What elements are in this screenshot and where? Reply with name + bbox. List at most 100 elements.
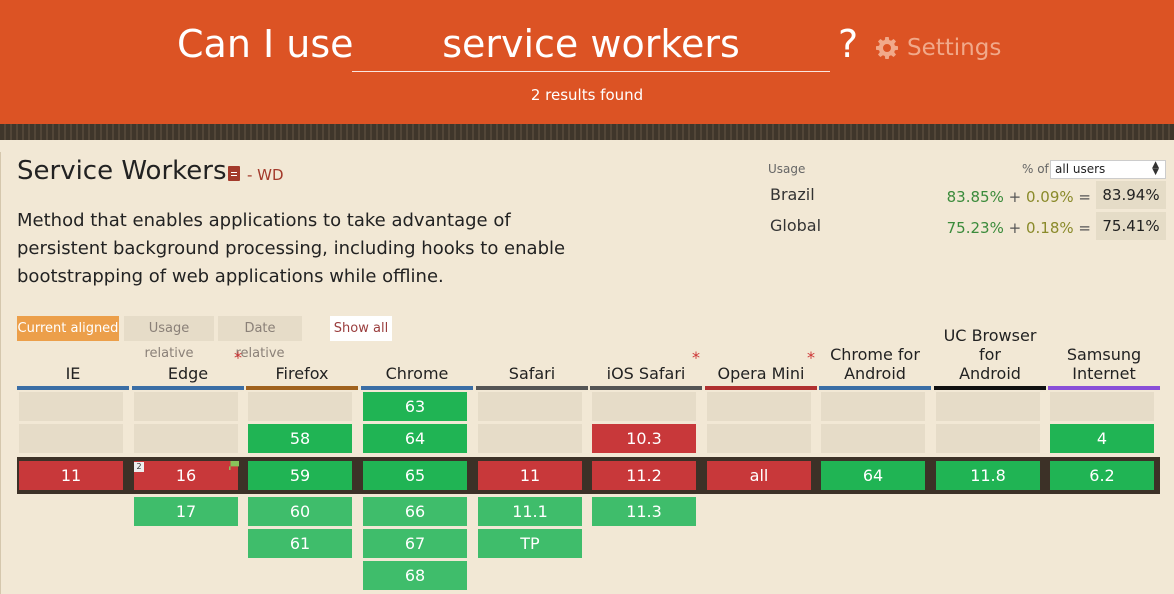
usage-partial: 0.09% (1025, 188, 1074, 206)
settings-label: Settings (907, 35, 1002, 61)
current-version-cell[interactable]: 11 (478, 461, 582, 490)
usage-total: 75.41% (1096, 212, 1166, 240)
empty-version-cell (19, 392, 123, 421)
usage-label: Usage (768, 162, 806, 176)
browser-color-bar (934, 386, 1046, 390)
browser-color-bar (476, 386, 588, 390)
select-arrows-icon: ▲ ▼ (1152, 160, 1159, 177)
version-cell[interactable]: 58 (248, 424, 352, 453)
browser-name[interactable]: Safari (476, 344, 588, 386)
usage-full: 75.23% (946, 219, 1004, 237)
usage-region: Brazil (770, 185, 815, 204)
help-link[interactable]: ? (838, 22, 858, 66)
current-version-cell[interactable]: 6.2 (1050, 461, 1154, 490)
current-version-cell[interactable]: 11 (19, 461, 123, 490)
version-cell[interactable]: 63 (363, 392, 467, 421)
empty-version-cell (1050, 392, 1154, 421)
usage-breakdown: 75.23% + 0.18% = (947, 219, 1091, 237)
usage-breakdown: 83.85% + 0.09% = (947, 188, 1091, 206)
percent-of-label: % of (1022, 162, 1049, 176)
browser-name[interactable]: Edge (132, 344, 244, 386)
future-version-cell[interactable]: 61 (248, 529, 352, 558)
empty-version-cell (821, 392, 925, 421)
current-aligned-button[interactable]: Current aligned (17, 316, 119, 341)
future-version-cell[interactable]: 60 (248, 497, 352, 526)
browser-color-bar (17, 386, 129, 390)
note-asterisk-icon[interactable]: * (807, 348, 815, 367)
usage-total: 83.94% (1096, 181, 1166, 209)
note-asterisk-icon[interactable]: * (692, 348, 700, 367)
current-version-cell[interactable]: 11.2 (592, 461, 696, 490)
usage-plus: + (1008, 219, 1022, 237)
browser-color-bar (705, 386, 817, 390)
empty-version-cell (134, 424, 238, 453)
browser-color-bar (1048, 386, 1160, 390)
search-input[interactable] (352, 16, 830, 72)
future-version-cell[interactable]: 11.3 (592, 497, 696, 526)
empty-version-cell (248, 392, 352, 421)
empty-version-cell (19, 424, 123, 453)
usage-row-brazil: Brazil 83.85% + 0.09% = 83.94% (768, 181, 1166, 209)
browser-color-bar (132, 386, 244, 390)
current-version-cell[interactable]: 59 (248, 461, 352, 490)
future-version-cell[interactable]: 11.1 (478, 497, 582, 526)
browser-color-bar (590, 386, 702, 390)
usage-full: 83.85% (946, 188, 1004, 206)
feature-description: Method that enables applications to take… (17, 210, 566, 287)
users-select[interactable]: all users ▲ ▼ (1050, 160, 1166, 179)
future-version-cell[interactable]: 66 (363, 497, 467, 526)
future-version-cell[interactable]: 67 (363, 529, 467, 558)
version-cell[interactable]: 10.3 (592, 424, 696, 453)
version-cell[interactable]: 64 (363, 424, 467, 453)
browser-name[interactable]: Samsung Internet (1048, 344, 1160, 386)
current-version-cell[interactable]: 11.8 (936, 461, 1040, 490)
current-version-cell[interactable]: 16 (134, 461, 238, 490)
site-brand[interactable]: Can I use (177, 22, 354, 66)
browser-name[interactable]: UC Browser for Android (934, 326, 1046, 386)
show-all-button[interactable]: Show all (330, 316, 392, 341)
browser-name[interactable]: iOS Safari (590, 344, 702, 386)
usage-equals: = (1078, 219, 1091, 237)
browser-name[interactable]: IE (17, 344, 129, 386)
users-select-value: all users (1055, 162, 1106, 176)
empty-version-cell (707, 424, 811, 453)
note-asterisk-icon[interactable]: * (234, 348, 242, 367)
empty-version-cell (936, 424, 1040, 453)
site-header: Can I use ? Settings 2 results found (0, 0, 1174, 124)
browser-name[interactable]: Chrome for Android (819, 344, 931, 386)
spec-document-icon[interactable] (228, 166, 240, 181)
current-version-cell[interactable]: 65 (363, 461, 467, 490)
usage-relative-button[interactable]: Usage relative (124, 316, 214, 361)
header-divider (0, 124, 1174, 140)
browser-name[interactable]: Opera Mini (705, 344, 817, 386)
browser-color-bar (819, 386, 931, 390)
usage-row-global: Global 75.23% + 0.18% = 75.41% (768, 212, 1166, 240)
future-version-cell[interactable]: TP (478, 529, 582, 558)
browser-color-bar (361, 386, 473, 390)
usage-partial: 0.18% (1025, 219, 1074, 237)
current-version-cell[interactable]: all (707, 461, 811, 490)
browser-name[interactable]: Firefox (246, 344, 358, 386)
empty-version-cell (478, 424, 582, 453)
version-cell[interactable]: 4 (1050, 424, 1154, 453)
note-number-badge[interactable]: 2 (134, 462, 144, 472)
results-count: 2 results found (530, 86, 644, 104)
usage-equals: = (1078, 188, 1091, 206)
empty-version-cell (592, 392, 696, 421)
current-version-cell[interactable]: 64 (821, 461, 925, 490)
future-version-cell[interactable]: 68 (363, 561, 467, 590)
settings-button[interactable]: Settings (875, 33, 1001, 63)
browser-color-bar (246, 386, 358, 390)
empty-version-cell (707, 392, 811, 421)
spec-status[interactable]: - WD (247, 166, 284, 184)
empty-version-cell (478, 392, 582, 421)
empty-version-cell (936, 392, 1040, 421)
future-version-cell[interactable]: 17 (134, 497, 238, 526)
browser-name[interactable]: Chrome (361, 344, 473, 386)
usage-plus: + (1008, 188, 1022, 206)
gear-icon (876, 37, 898, 59)
date-relative-button[interactable]: Date relative (218, 316, 302, 361)
empty-version-cell (134, 392, 238, 421)
usage-region: Global (770, 216, 822, 235)
feature-title[interactable]: Service Workers (17, 156, 227, 186)
